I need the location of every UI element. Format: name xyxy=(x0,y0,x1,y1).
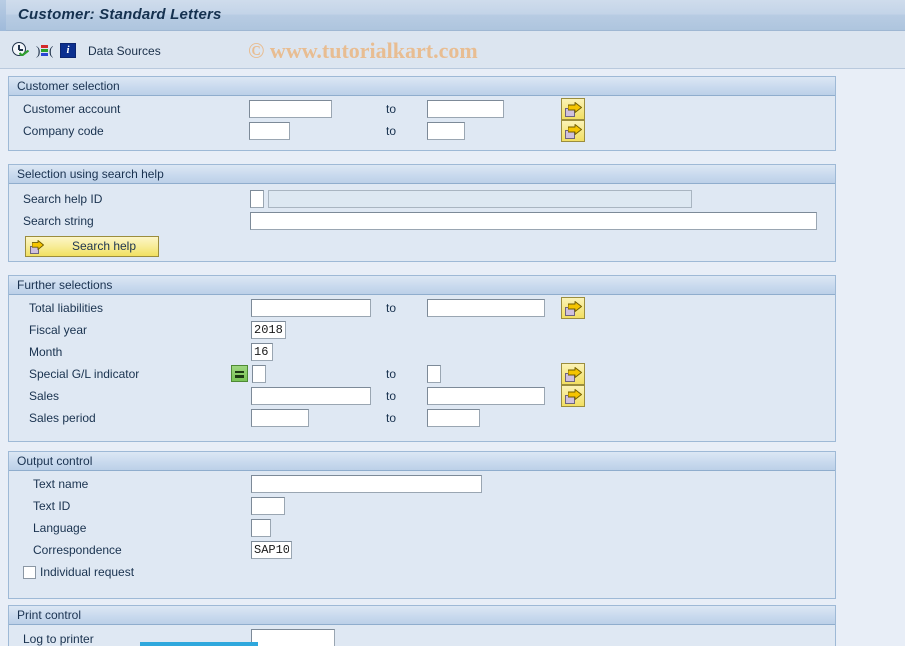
bar-blue xyxy=(41,53,48,56)
to-label-sales-period: to xyxy=(386,411,397,425)
check-mark-icon xyxy=(19,50,29,56)
label-sales: Sales xyxy=(29,389,60,403)
language-input[interactable] xyxy=(251,519,271,537)
special-gl-to-input[interactable] xyxy=(427,365,441,383)
horizontal-scrollbar[interactable] xyxy=(0,642,905,646)
bracket-left-glyph: ) xyxy=(36,43,41,58)
label-text-name: Text name xyxy=(33,477,89,491)
company-code-from-input[interactable] xyxy=(249,122,290,140)
window-titlebar: Customer: Standard Letters xyxy=(0,0,905,31)
label-language: Language xyxy=(33,521,87,535)
arrow-right-icon xyxy=(568,102,582,113)
search-help-button[interactable]: Search help xyxy=(25,236,159,257)
customer-account-from-input[interactable] xyxy=(249,100,332,118)
label-special-gl-indicator: Special G/L indicator xyxy=(29,367,140,381)
sales-multiple-selection-button[interactable] xyxy=(561,385,585,407)
section-body-search-help: Search help ID Search string Search help xyxy=(9,184,835,261)
to-label-sales: to xyxy=(386,389,397,403)
section-title-print-control: Print control xyxy=(9,606,835,625)
page-title: Customer: Standard Letters xyxy=(18,6,222,23)
label-customer-account: Customer account xyxy=(23,102,121,116)
to-label-customer-account: to xyxy=(386,102,397,116)
total-liabilities-to-input[interactable] xyxy=(427,299,545,317)
label-company-code: Company code xyxy=(23,124,104,138)
watermark-text: © www.tutorialkart.com xyxy=(248,38,478,63)
company-code-multiple-selection-button[interactable] xyxy=(561,120,585,142)
equals-bar-top xyxy=(235,370,244,373)
label-search-string: Search string xyxy=(23,214,94,228)
text-id-input[interactable] xyxy=(251,497,285,515)
scrollbar-thumb[interactable] xyxy=(140,642,258,646)
total-liabilities-multiple-selection-button[interactable] xyxy=(561,297,585,319)
info-letter: i xyxy=(66,44,70,56)
section-search-help: Selection using search help Search help … xyxy=(8,164,836,262)
to-label-special-gl: to xyxy=(386,367,397,381)
sales-to-input[interactable] xyxy=(427,387,545,405)
sales-period-from-input[interactable] xyxy=(251,409,309,427)
section-title-customer-selection: Customer selection xyxy=(9,77,835,96)
information-icon[interactable]: i xyxy=(60,42,78,60)
execute-icon[interactable] xyxy=(12,42,30,60)
text-name-input[interactable] xyxy=(251,475,482,493)
sales-period-to-input[interactable] xyxy=(427,409,480,427)
section-title-further-selections: Further selections xyxy=(9,276,835,295)
section-body-output-control: Text name Text ID Language Correspondenc… xyxy=(9,471,835,598)
arrow-right-icon xyxy=(568,389,582,400)
fiscal-year-input[interactable] xyxy=(251,321,286,339)
special-gl-selection-option-button[interactable] xyxy=(231,365,248,382)
label-total-liabilities: Total liabilities xyxy=(29,301,104,315)
label-fiscal-year: Fiscal year xyxy=(29,323,88,337)
section-print-control: Print control Log to printer xyxy=(8,605,836,646)
equals-bar-bottom xyxy=(235,375,244,378)
section-output-control: Output control Text name Text ID Languag… xyxy=(8,451,836,599)
search-help-description-input xyxy=(268,190,692,208)
arrow-right-icon xyxy=(568,301,582,312)
customer-account-multiple-selection-button[interactable] xyxy=(561,98,585,120)
to-label-total-liabilities: to xyxy=(386,301,397,315)
search-help-button-label: Search help xyxy=(71,239,137,253)
bracket-right-glyph: ( xyxy=(49,43,54,58)
sap-screen: Customer: Standard Letters ) ( i Data So… xyxy=(0,0,905,646)
section-further-selections: Further selections Total liabilities to … xyxy=(8,275,836,442)
to-label-company-code: to xyxy=(386,124,397,138)
individual-request-label: Individual request xyxy=(40,565,135,579)
total-liabilities-from-input[interactable] xyxy=(251,299,371,317)
search-string-input[interactable] xyxy=(250,212,817,230)
label-text-id: Text ID xyxy=(33,499,71,513)
arrow-right-icon xyxy=(32,240,44,250)
multiple-selection-icon[interactable]: ) ( xyxy=(36,42,54,60)
month-input[interactable] xyxy=(251,343,273,361)
label-correspondence: Correspondence xyxy=(33,543,122,557)
correspondence-input[interactable] xyxy=(251,541,292,559)
arrow-right-icon xyxy=(568,124,582,135)
section-customer-selection: Customer selection Customer account to C… xyxy=(8,76,836,151)
special-gl-from-input[interactable] xyxy=(252,365,266,383)
data-sources-button[interactable]: Data Sources xyxy=(88,44,161,58)
titlebar-accent xyxy=(0,0,6,31)
section-body-customer-selection: Customer account to Company code to xyxy=(9,96,835,150)
individual-request-checkbox[interactable] xyxy=(23,566,36,579)
company-code-to-input[interactable] xyxy=(427,122,465,140)
bar-green xyxy=(41,49,48,52)
section-body-further-selections: Total liabilities to Fiscal year Month S… xyxy=(9,295,835,441)
special-gl-multiple-selection-button[interactable] xyxy=(561,363,585,385)
label-sales-period: Sales period xyxy=(29,411,96,425)
customer-account-to-input[interactable] xyxy=(427,100,504,118)
label-month: Month xyxy=(29,345,63,359)
sales-from-input[interactable] xyxy=(251,387,371,405)
section-title-search-help: Selection using search help xyxy=(9,165,835,184)
section-title-output-control: Output control xyxy=(9,452,835,471)
bar-red xyxy=(41,45,48,48)
label-search-help-id: Search help ID xyxy=(23,192,103,206)
arrow-right-icon xyxy=(568,367,582,378)
search-help-id-input[interactable] xyxy=(250,190,264,208)
